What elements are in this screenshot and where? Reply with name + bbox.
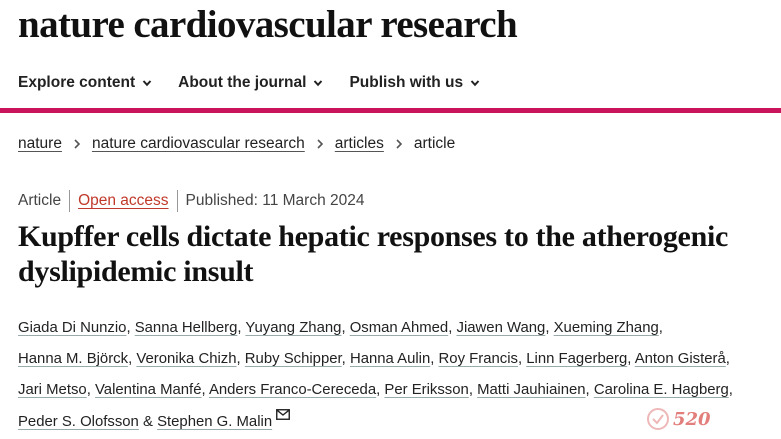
author-link[interactable]: Carolina E. Hagberg [594,382,729,398]
chevron-right-icon [396,139,403,149]
meta-divider [69,190,71,212]
nav-label: Publish with us [349,74,464,91]
author-separator: & [138,413,158,430]
article-meta: Article Open access Published: 11 March … [18,190,365,212]
journal-logo[interactable]: nature cardiovascular research [18,2,518,47]
author-separator: , [658,320,663,336]
chevron-down-icon [470,80,480,87]
watermark-logo [647,408,669,430]
author-separator: , [430,351,439,368]
author-separator: , [585,382,594,399]
author-link[interactable]: Veronika Chizh [136,351,236,367]
author-separator: , [86,382,95,399]
breadcrumb-current: article [413,135,456,152]
author-link[interactable]: Stephen G. Malin [157,414,272,430]
chevron-down-icon [314,80,323,87]
breadcrumb-journal[interactable]: nature cardiovascular research [92,135,305,153]
breadcrumb-articles[interactable]: articles [335,135,384,153]
author-link[interactable]: Osman Ahmed [350,320,449,336]
author-link[interactable]: Matti Jauhiainen [477,382,585,398]
nav-label: About the journal [178,74,307,91]
watermark: 520 [646,402,779,436]
author-link[interactable]: Anders Franco-Cereceda [209,382,376,398]
author-separator: , [627,351,635,368]
author-link[interactable]: Sanna Hellberg [135,320,238,336]
author-link[interactable]: Hanna M. Björck [18,351,128,367]
breadcrumb-nature[interactable]: nature [18,135,62,153]
author-link[interactable]: Per Eriksson [384,382,468,398]
author-link[interactable]: Jari Metso [18,382,87,398]
nav-label: Explore content [18,74,136,91]
main-nav: Explore content About the journal Publis… [18,72,506,94]
email-icon[interactable] [276,408,291,420]
chevron-right-icon [317,139,323,149]
author-separator: , [517,351,527,368]
author-link[interactable]: Ruby Schipper [245,351,342,367]
author-separator: , [468,382,478,399]
author-link[interactable]: Anton Gisterå [635,351,726,367]
author-link[interactable]: Roy Francis [439,351,518,367]
author-link[interactable]: Yuyang Zhang [245,320,341,336]
author-link[interactable]: Peder S. Olofsson [18,414,139,430]
article-type: Article [18,192,62,209]
author-separator: , [341,351,350,368]
nav-publish-with-us[interactable]: Publish with us [349,74,480,92]
author-separator: , [448,320,457,336]
chevron-right-icon [74,139,81,149]
nav-explore-content[interactable]: Explore content [18,74,152,92]
author-separator: , [725,351,730,368]
breadcrumb: nature nature cardiovascular research ar… [18,135,455,153]
header-accent-bar [0,108,781,113]
article-title: Kupffer cells dictate hepatic responses … [18,220,728,288]
open-access-link[interactable]: Open access [78,192,168,210]
author-link[interactable]: Jiawen Wang [457,320,546,336]
meta-divider [176,190,178,212]
author-link[interactable]: Hanna Aulin [350,351,430,367]
author-link[interactable]: Valentina Manfé [95,382,202,398]
chevron-down-icon [142,80,152,87]
author-separator: , [728,382,733,399]
author-link[interactable]: Linn Fagerberg [526,351,627,367]
author-link[interactable]: Giada Di Nunzio [18,320,126,336]
watermark-text: 520 [673,408,711,430]
author-separator: , [341,320,350,336]
author-link[interactable]: Xueming Zhang [554,320,659,336]
author-separator: , [236,351,245,368]
published-date: Published: 11 March 2024 [185,192,365,209]
author-separator: , [545,320,554,336]
author-separator: , [126,320,135,336]
author-separator: , [201,382,209,399]
nav-about-the-journal[interactable]: About the journal [178,74,323,92]
